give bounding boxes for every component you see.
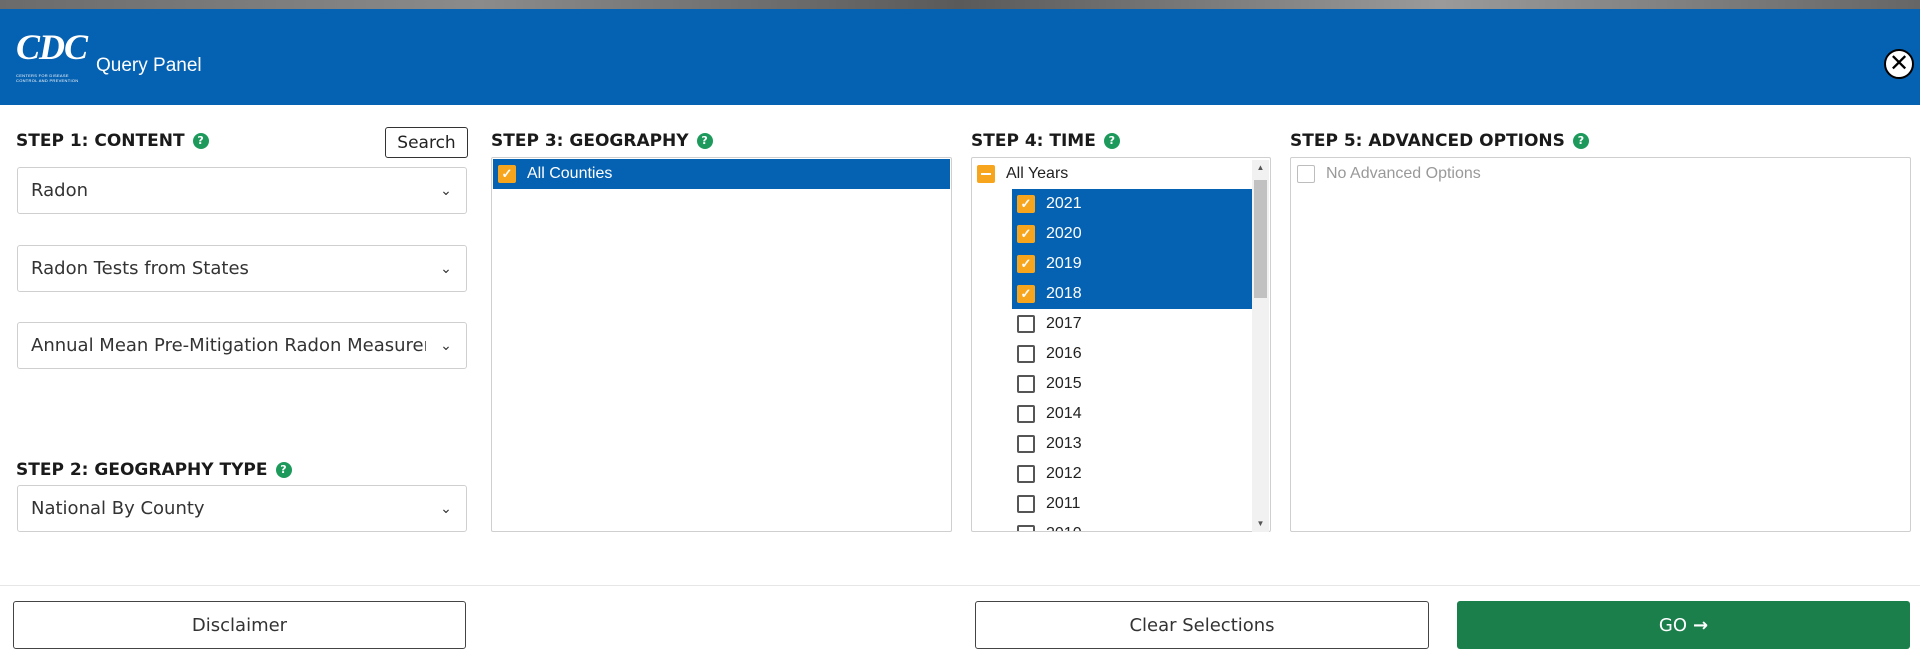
list-item-year[interactable]: 2016 <box>1012 339 1253 369</box>
checkbox-icon[interactable] <box>1017 435 1035 453</box>
geography-type-select[interactable]: National By County ⌄ <box>17 485 467 532</box>
list-item-label: 2010 <box>1046 525 1082 531</box>
list-item-label: 2021 <box>1046 195 1082 212</box>
help-icon[interactable]: ? <box>275 462 292 478</box>
content-dataset-value: Radon Tests from States <box>31 258 249 279</box>
close-icon[interactable]: ✕ <box>1884 49 1914 79</box>
content-dataset-select[interactable]: Radon Tests from States ⌄ <box>17 245 467 292</box>
search-button[interactable]: Search <box>385 127 468 158</box>
help-icon[interactable]: ? <box>696 133 713 149</box>
list-item-all-years[interactable]: All Years <box>972 159 1252 189</box>
list-item-label: 2015 <box>1046 375 1082 392</box>
content-measure-value: Annual Mean Pre-Mitigation Radon Measure… <box>31 335 426 356</box>
list-item-year[interactable]: ✓ 2018 <box>1012 279 1253 309</box>
list-item-label: 2012 <box>1046 465 1082 482</box>
chevron-down-icon: ⌄ <box>440 500 452 517</box>
checkbox-icon[interactable] <box>1017 465 1035 483</box>
list-item-year[interactable]: 2011 <box>1012 489 1253 519</box>
scroll-up-icon[interactable]: ▲ <box>1252 160 1269 176</box>
go-button-label: GO <box>1658 614 1688 636</box>
list-item-label: 2020 <box>1046 225 1082 242</box>
list-item-label: 2016 <box>1046 345 1082 362</box>
list-item-year[interactable]: 2015 <box>1012 369 1253 399</box>
go-button[interactable]: GO → <box>1457 601 1910 649</box>
step1-title: STEP 1: CONTENT ? <box>16 131 209 151</box>
chevron-down-icon: ⌄ <box>440 260 452 277</box>
step2-title-text: STEP 2: GEOGRAPHY TYPE <box>16 460 268 480</box>
cdc-logo: CDC CENTERS FOR DISEASE CONTROL AND PREV… <box>16 29 88 93</box>
footer-divider <box>0 585 1920 586</box>
checkbox-checked-icon[interactable]: ✓ <box>1017 255 1035 273</box>
chevron-down-icon: ⌄ <box>440 182 452 199</box>
list-item-year[interactable]: 2012 <box>1012 459 1253 489</box>
list-item-all-counties[interactable]: ✓ All Counties <box>493 159 950 189</box>
list-item-label: 2017 <box>1046 315 1082 332</box>
list-item-year[interactable]: 2017 <box>1012 309 1253 339</box>
logo-subtext: CENTERS FOR DISEASE CONTROL AND PREVENTI… <box>16 73 79 83</box>
checkbox-checked-icon[interactable]: ✓ <box>498 165 516 183</box>
list-item-label: All Years <box>1006 165 1069 182</box>
list-item-year[interactable]: ✓ 2021 <box>1012 189 1253 219</box>
list-item-label: 2018 <box>1046 285 1082 302</box>
content-topic-value: Radon <box>31 180 88 201</box>
help-icon[interactable]: ? <box>1103 133 1120 149</box>
disclaimer-button[interactable]: Disclaimer <box>13 601 466 649</box>
step5-title: STEP 5: ADVANCED OPTIONS ? <box>1290 131 1589 151</box>
list-item-label: 2014 <box>1046 405 1082 422</box>
list-item-label: 2013 <box>1046 435 1082 452</box>
logo-text: CDC <box>16 27 88 67</box>
checkbox-icon[interactable] <box>1017 375 1035 393</box>
checkbox-checked-icon[interactable]: ✓ <box>1017 225 1035 243</box>
list-item-label: No Advanced Options <box>1326 165 1481 182</box>
scroll-down-icon[interactable]: ▼ <box>1252 516 1269 532</box>
header-bar: CDC CENTERS FOR DISEASE CONTROL AND PREV… <box>0 9 1920 105</box>
arrow-right-icon: → <box>1693 614 1709 636</box>
content-measure-select[interactable]: Annual Mean Pre-Mitigation Radon Measure… <box>17 322 467 369</box>
list-item-year[interactable]: 2014 <box>1012 399 1253 429</box>
list-item-label: 2019 <box>1046 255 1082 272</box>
list-item-year[interactable]: ✓ 2020 <box>1012 219 1253 249</box>
clear-selections-button[interactable]: Clear Selections <box>975 601 1429 649</box>
help-icon[interactable]: ? <box>192 133 209 149</box>
list-item-year[interactable]: 2013 <box>1012 429 1253 459</box>
list-item-label: All Counties <box>527 165 613 182</box>
help-icon[interactable]: ? <box>1572 133 1589 149</box>
list-item-label: 2011 <box>1046 495 1081 512</box>
geography-list: ✓ All Counties <box>491 157 952 532</box>
time-list-scrollbar[interactable]: ▲ ▼ <box>1252 160 1269 532</box>
time-list: All Years ✓ 2021 ✓ 2020 ✓ 2019 ✓ 2018 20… <box>971 157 1271 532</box>
list-item-advanced-option: No Advanced Options <box>1291 159 1891 189</box>
step4-title-text: STEP 4: TIME <box>971 131 1096 151</box>
checkbox-checked-icon[interactable]: ✓ <box>1017 195 1035 213</box>
scrollbar-thumb[interactable] <box>1254 180 1267 298</box>
list-item-year[interactable]: 2010 <box>1012 519 1253 531</box>
page-title: Query Panel <box>96 55 202 76</box>
content-topic-select[interactable]: Radon ⌄ <box>17 167 467 214</box>
step3-title-text: STEP 3: GEOGRAPHY <box>491 131 689 151</box>
checkbox-checked-icon[interactable]: ✓ <box>1017 285 1035 303</box>
checkbox-icon[interactable] <box>1017 345 1035 363</box>
advanced-options-list: No Advanced Options <box>1290 157 1911 532</box>
geography-type-value: National By County <box>31 498 205 519</box>
step2-title: STEP 2: GEOGRAPHY TYPE ? <box>16 460 292 480</box>
checkbox-disabled-icon <box>1297 165 1315 183</box>
checkbox-icon[interactable] <box>1017 525 1035 531</box>
step3-title: STEP 3: GEOGRAPHY ? <box>491 131 713 151</box>
step5-title-text: STEP 5: ADVANCED OPTIONS <box>1290 131 1565 151</box>
top-strip <box>0 0 1920 9</box>
chevron-down-icon: ⌄ <box>440 337 452 354</box>
checkbox-partial-icon[interactable] <box>977 165 995 183</box>
step4-title: STEP 4: TIME ? <box>971 131 1120 151</box>
checkbox-icon[interactable] <box>1017 495 1035 513</box>
checkbox-icon[interactable] <box>1017 405 1035 423</box>
step1-title-text: STEP 1: CONTENT <box>16 131 185 151</box>
checkbox-icon[interactable] <box>1017 315 1035 333</box>
list-item-year[interactable]: ✓ 2019 <box>1012 249 1253 279</box>
